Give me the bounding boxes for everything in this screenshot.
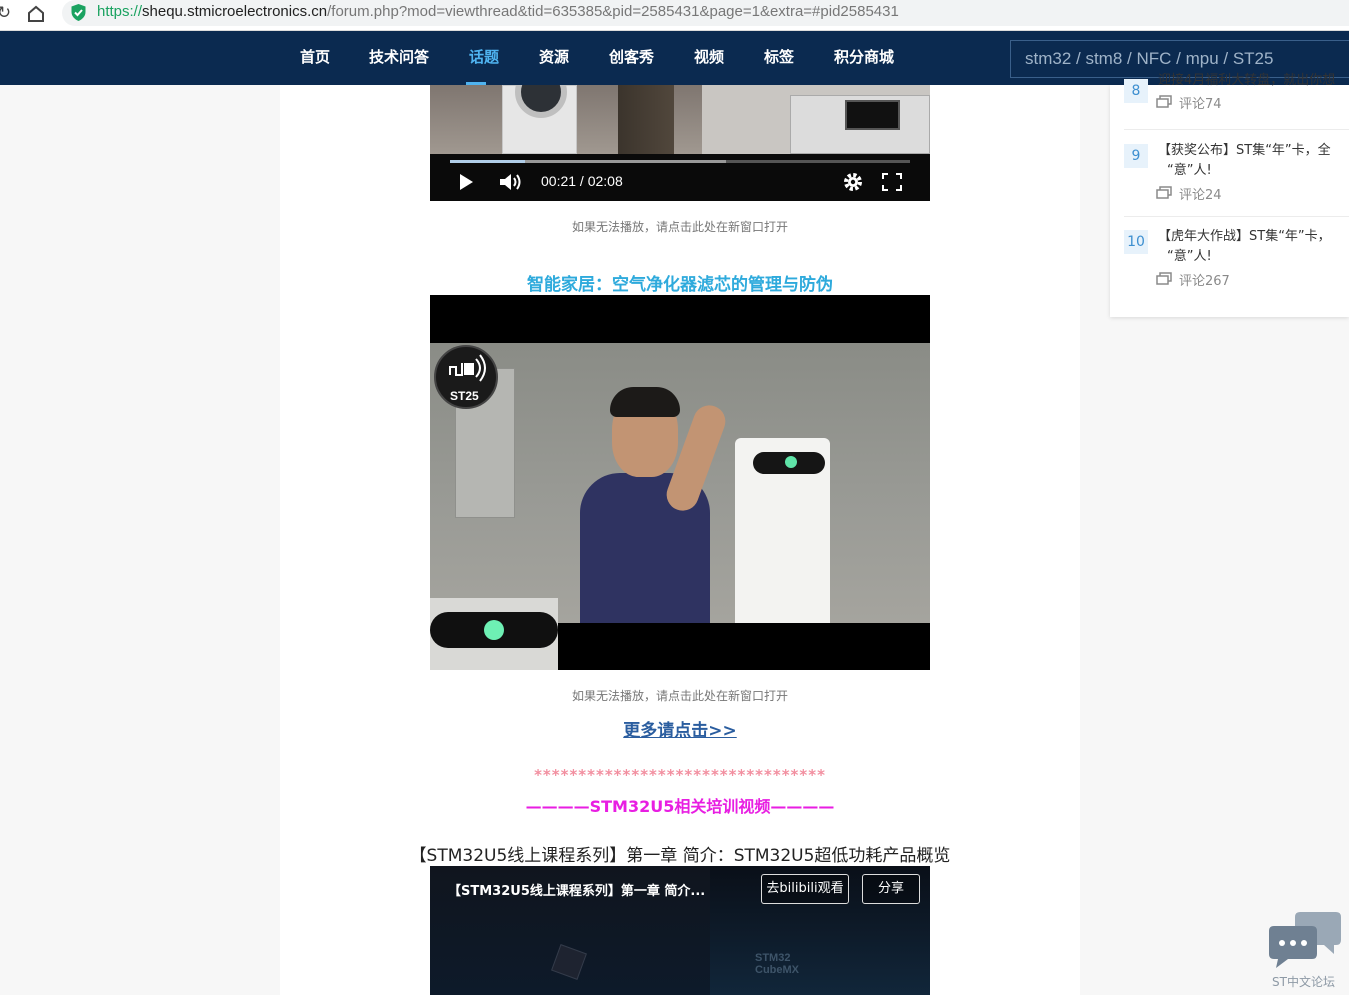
cubemx-logo-line1: STM32 <box>755 952 791 964</box>
nav-item-1[interactable]: 技术问答 <box>369 31 429 85</box>
video-player-2[interactable]: ST25 <box>430 295 930 670</box>
nav-item-2[interactable]: 话题 <box>469 31 499 85</box>
bilibili-watch-button[interactable]: 去bilibili观看 <box>761 874 849 904</box>
nav-item-6[interactable]: 标签 <box>764 31 794 85</box>
video-time: 00:21 / 02:08 <box>541 173 623 189</box>
forum-chat-widget[interactable]: ST中文论坛 <box>1262 905 1349 995</box>
cubemx-logo: STM32 CubeMX <box>755 952 799 976</box>
washer-door <box>515 85 567 118</box>
device-screen <box>845 100 900 130</box>
video-1-fallback-link[interactable]: 如果无法播放，请点击此处在新窗口打开 <box>430 218 930 235</box>
nav-item-7[interactable]: 积分商城 <box>834 31 894 85</box>
hot-topics-sidebar: 8 迎接4月福利大转盘，就出你想 评论74 9 【获奖公布】ST集“年”卡，全 … <box>1110 73 1349 317</box>
more-link[interactable]: 更多请点击>> <box>430 716 930 741</box>
gear-icon[interactable] <box>842 171 864 193</box>
progress-played <box>450 160 526 163</box>
chip-graphic <box>551 944 587 980</box>
video-frame <box>430 343 930 670</box>
topic-title-line2[interactable]: “意”人! <box>1167 161 1349 181</box>
play-icon[interactable] <box>460 174 473 190</box>
home-icon[interactable] <box>26 4 46 24</box>
topic-title[interactable]: 【获奖公布】ST集“年”卡，全 <box>1158 141 1349 161</box>
url-text: https://shequ.stmicroelectronics.cn/foru… <box>97 3 899 20</box>
course-title: 【STM32U5线上课程系列】第一章 简介：STM32U5超低功耗产品概览 <box>409 846 951 866</box>
chat-bubbles-icon <box>1269 912 1341 968</box>
topic-title[interactable]: 【虎年大作战】ST集“年”卡， <box>1158 227 1349 247</box>
bilibili-embed[interactable]: 【STM32U5线上课程系列】第一章 简介... 去bilibili观看 分享 … <box>430 866 930 995</box>
closeup-indicator <box>484 620 504 640</box>
video-player-1[interactable]: 00:21 / 02:08 <box>430 85 930 201</box>
stm32u5-section-title: ————STM32U5相关培训视频———— <box>525 797 835 816</box>
comment-count: 评论267 <box>1179 274 1230 289</box>
nfc-waves-icon <box>449 354 486 382</box>
purifier-indicator <box>785 456 797 468</box>
closeup-panel <box>430 612 558 648</box>
search-placeholder: stm32 / stm8 / NFC / mpu / ST25 <box>1025 49 1274 68</box>
comment-icon <box>1156 272 1172 285</box>
purifier-closeup <box>430 598 558 670</box>
fullscreen-icon[interactable] <box>882 173 902 191</box>
person-legs <box>618 85 674 154</box>
topic-title-line2[interactable]: “意”人! <box>1167 247 1349 267</box>
person-hair <box>610 387 680 417</box>
video-frame <box>430 85 930 154</box>
volume-icon[interactable] <box>498 171 522 193</box>
secure-shield-icon <box>71 4 86 21</box>
cubemx-logo-line2: CubeMX <box>755 964 799 976</box>
section-title-air-purifier: 智能家居：空气净化器滤芯的管理与防伪 <box>527 275 833 295</box>
forum-widget-label: ST中文论坛 <box>1272 975 1335 989</box>
browser-toolbar: ↻ https://shequ.stmicroelectronics.cn/fo… <box>0 0 1349 31</box>
share-button[interactable]: 分享 <box>862 874 920 904</box>
comment-icon <box>1156 186 1172 199</box>
nav-item-0[interactable]: 首页 <box>300 31 330 85</box>
embed-video-title: 【STM32U5线上课程系列】第一章 简介... <box>448 884 706 899</box>
rank-number: 9 <box>1124 144 1148 168</box>
divider <box>1124 129 1349 130</box>
topic-title[interactable]: 迎接4月福利大转盘，就出你想 <box>1158 71 1349 91</box>
comment-count: 评论74 <box>1179 97 1222 112</box>
nav-item-5[interactable]: 视频 <box>694 31 724 85</box>
video-progress-bar[interactable] <box>450 160 910 163</box>
address-bar[interactable]: https://shequ.stmicroelectronics.cn/foru… <box>62 0 1349 26</box>
video-2-fallback-link[interactable]: 如果无法播放，请点击此处在新窗口打开 <box>430 687 930 704</box>
rank-number: 10 <box>1124 230 1148 254</box>
reload-icon[interactable]: ↻ <box>0 3 14 23</box>
washer-image <box>502 85 577 154</box>
comment-count: 评论24 <box>1179 188 1222 203</box>
nav-item-4[interactable]: 创客秀 <box>609 31 654 85</box>
nav-item-3[interactable]: 资源 <box>539 31 569 85</box>
purifier-panel <box>753 452 825 474</box>
rank-number: 8 <box>1124 79 1148 103</box>
comment-icon <box>1156 95 1172 108</box>
divider <box>1124 216 1349 217</box>
st25-logo-text: ST25 <box>450 389 479 403</box>
air-purifier <box>735 438 830 623</box>
star-divider: ********************************* <box>534 766 826 784</box>
st25-logo: ST25 <box>434 345 498 409</box>
